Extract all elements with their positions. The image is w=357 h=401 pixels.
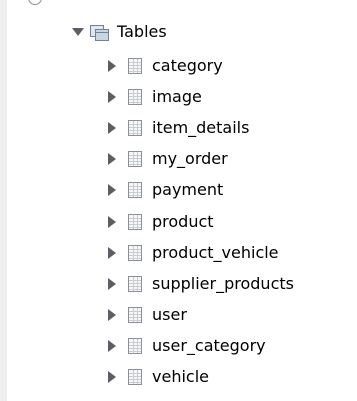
table-node[interactable]: supplier_products xyxy=(108,269,294,299)
collapse-arrow-icon[interactable] xyxy=(72,28,84,36)
table-node[interactable]: item_details xyxy=(108,113,249,143)
table-label: vehicle xyxy=(152,367,209,386)
table-node[interactable]: user_category xyxy=(108,331,266,361)
table-icon xyxy=(128,245,142,261)
parent-node-icon xyxy=(28,0,42,5)
table-icon xyxy=(128,338,142,354)
expand-arrow-icon[interactable] xyxy=(108,371,116,383)
tables-folder-label: Tables xyxy=(117,22,167,41)
table-icon xyxy=(128,276,142,292)
table-node[interactable]: user xyxy=(108,300,187,330)
tables-folder-node[interactable]: Tables xyxy=(72,17,167,47)
tree-gutter xyxy=(0,0,7,401)
table-node[interactable]: category xyxy=(108,51,223,81)
table-node[interactable]: product_vehicle xyxy=(108,238,279,268)
expand-arrow-icon[interactable] xyxy=(108,153,116,165)
tables-folder-icon xyxy=(90,24,109,41)
expand-arrow-icon[interactable] xyxy=(108,247,116,259)
table-label: my_order xyxy=(152,149,228,168)
parent-node-stub xyxy=(28,0,100,5)
table-label: product_vehicle xyxy=(152,243,279,262)
table-label: product xyxy=(152,212,214,231)
table-label: category xyxy=(152,56,223,75)
table-label: supplier_products xyxy=(152,274,294,293)
table-icon xyxy=(128,369,142,385)
expand-arrow-icon[interactable] xyxy=(108,91,116,103)
table-icon xyxy=(128,214,142,230)
table-icon xyxy=(128,120,142,136)
table-label: item_details xyxy=(152,118,250,137)
table-icon xyxy=(128,151,142,167)
expand-arrow-icon[interactable] xyxy=(108,60,116,72)
table-label: image xyxy=(152,87,202,106)
table-label: user_category xyxy=(152,336,266,355)
table-icon xyxy=(128,58,142,74)
table-label: user xyxy=(152,305,187,324)
object-tree-panel: Tables category image item_details my_order… xyxy=(0,0,357,401)
table-node[interactable]: payment xyxy=(108,175,223,205)
expand-arrow-icon[interactable] xyxy=(108,184,116,196)
table-node[interactable]: vehicle xyxy=(108,362,209,392)
expand-arrow-icon[interactable] xyxy=(108,122,116,134)
table-node[interactable]: my_order xyxy=(108,144,228,174)
table-node[interactable]: product xyxy=(108,207,214,237)
expand-arrow-icon[interactable] xyxy=(108,278,116,290)
table-icon xyxy=(128,182,142,198)
expand-arrow-icon[interactable] xyxy=(108,309,116,321)
table-icon xyxy=(128,89,142,105)
table-icon xyxy=(128,307,142,323)
table-node[interactable]: image xyxy=(108,82,202,112)
table-label: payment xyxy=(152,180,224,199)
expand-arrow-icon[interactable] xyxy=(108,216,116,228)
expand-arrow-icon[interactable] xyxy=(108,340,116,352)
